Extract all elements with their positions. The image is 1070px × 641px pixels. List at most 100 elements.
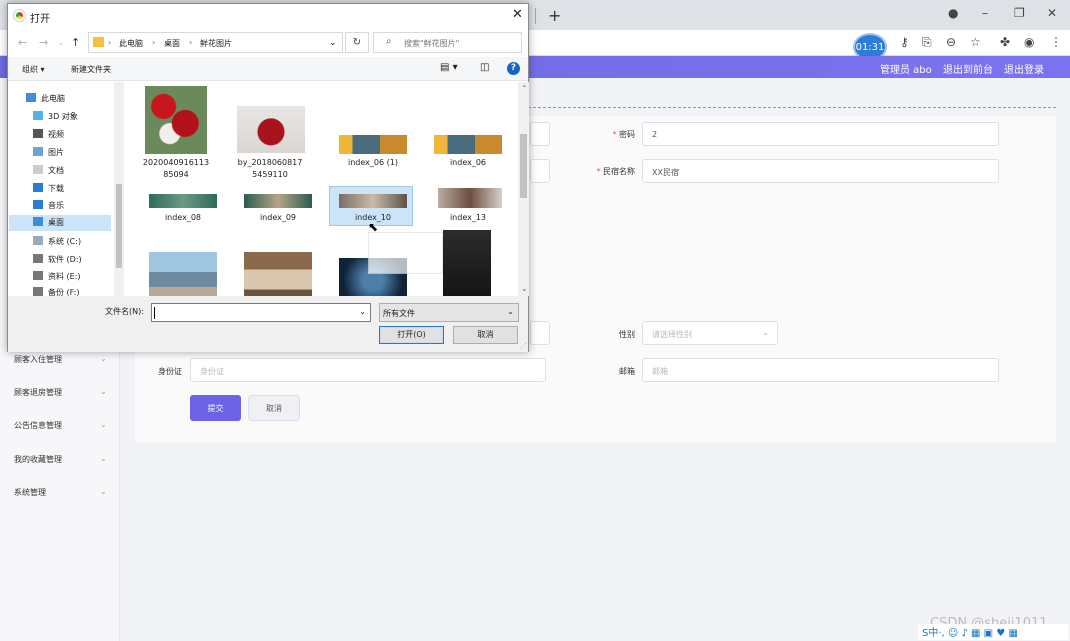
file-thumbnail-strip[interactable] [149,194,217,208]
file-thumbnail-roses[interactable] [145,86,207,154]
zoom-icon[interactable]: ⊖ [946,35,956,49]
file-thumbnail-banner[interactable] [339,135,407,154]
navigation-pane: ⌃ 此电脑 3D 对象 视频 图片 文档 下载 音乐 桌面 系统 (C:) 软件… [8,82,124,296]
file-name[interactable]: index_06 [430,157,506,169]
new-folder-button[interactable]: 新建文件夹 [71,64,111,75]
address-bar[interactable]: › 此电脑 › 桌面 › 鲜花图片 ⌄ [88,32,343,53]
nav-item-music[interactable]: 音乐 [33,198,64,214]
view-options-icon[interactable]: ▤ ▾ [440,62,458,73]
left-field-edge[interactable] [530,321,550,345]
nav-item-drive-f[interactable]: 备份 (F:) [33,285,79,296]
file-name[interactable]: index_13 [430,212,506,224]
file-name[interactable]: by_2018060817 5459110 [232,157,308,181]
breadcrumb-this-pc[interactable]: 此电脑 [119,38,143,49]
extensions-icon[interactable]: ✤ [1000,35,1010,49]
close-window-icon[interactable]: ✕ [1047,6,1057,20]
nav-item-desktop[interactable]: 桌面 [33,215,64,231]
chevron-down-icon: ⌄ [100,487,107,496]
breadcrumb-desktop[interactable]: 桌面 [164,38,180,49]
new-tab-icon[interactable]: + [548,6,561,25]
refresh-icon[interactable]: ↻ [345,32,369,53]
recent-dropdown-icon[interactable]: ⌄ [58,39,64,47]
search-input[interactable]: ⌕ 搜索"鲜花图片" [373,32,522,53]
file-thumbnail-resort[interactable] [149,252,217,296]
homestay-name-field[interactable]: XX民宿 [642,159,999,183]
file-name[interactable]: 2020040916113 85094 [138,157,214,181]
left-field-edge[interactable] [530,159,550,183]
file-thumbnail-room[interactable] [244,252,312,296]
file-thumbnail-bouquet[interactable] [237,106,305,153]
email-label: 邮箱 [619,367,635,376]
dialog-nav-row: ← → ⌄ ↑ › 此电脑 › 桌面 › 鲜花图片 ⌄ ↻ ⌕ 搜索"鲜花图片" [8,29,528,57]
up-arrow-icon[interactable]: ↑ [71,36,80,49]
homestay-label: * 民宿名称 [596,167,635,176]
bookmark-star-icon[interactable]: ☆ [970,35,981,49]
breadcrumb-folder[interactable]: 鲜花图片 [200,38,232,49]
open-button[interactable]: 打开(O) [379,326,444,344]
filename-label: 文件名(N): [105,307,144,316]
resize-grip-icon[interactable]: ⋰ [520,342,527,350]
cancel-button[interactable]: 取消 [248,395,300,421]
submit-button[interactable]: 提交 [190,395,241,421]
ime-toolbar[interactable]: S中·, ☺ ♪ ▦ ▣ ♥ ▦ [918,624,1068,640]
preview-pane-icon[interactable]: ◫ [480,62,489,73]
help-icon[interactable]: ? [507,62,520,75]
minimize-icon[interactable]: – [982,6,988,20]
sidebar-item-checkin[interactable]: 顾客入住管理 [14,354,62,365]
nav-item-downloads[interactable]: 下载 [33,181,64,197]
scroll-up-icon[interactable]: ⌃ [521,84,528,93]
nav-item-this-pc[interactable]: 此电脑 [26,91,65,107]
account-icon[interactable]: ◉ [1024,35,1034,49]
nav-item-drive-c[interactable]: 系统 (C:) [33,234,81,250]
sidebar-item-system[interactable]: 系统管理 [14,487,46,498]
file-thumbnail-banner[interactable] [434,135,502,154]
password-field[interactable]: 2 [642,122,999,146]
dialog-cancel-button[interactable]: 取消 [453,326,518,344]
file-name[interactable]: index_08 [145,212,221,224]
file-scroll-thumb[interactable] [520,134,527,198]
chevron-down-icon[interactable]: ⌄ [359,307,366,316]
file-thumbnail-strip[interactable] [244,194,312,208]
file-name[interactable]: index_06 (1) [335,157,411,169]
filetype-select[interactable]: 所有文件 ⌄ [379,303,519,322]
desktop-icon [33,217,43,226]
restore-icon[interactable]: ❐ [1014,6,1025,20]
sidebar-item-notice[interactable]: 公告信息管理 [14,420,62,431]
nav-item-3d[interactable]: 3D 对象 [33,109,78,125]
file-thumbnail-strip[interactable] [339,194,407,208]
video-icon [33,129,43,138]
sidebar-item-favorites[interactable]: 我的收藏管理 [14,454,62,465]
folder-icon [93,37,104,47]
filename-input[interactable]: ⌄ [151,303,371,322]
file-list: 2020040916113 85094 by_2018060817 545911… [125,82,520,296]
forward-arrow-icon[interactable]: → [39,36,48,49]
nav-scroll-thumb[interactable] [116,184,122,268]
file-thumbnail-poster[interactable] [443,230,491,296]
idcard-field[interactable]: 身份证 [190,358,546,382]
address-dropdown-icon[interactable]: ⌄ [329,38,337,48]
left-field-edge[interactable] [530,122,550,146]
organize-button[interactable]: 组织 ▾ [22,64,45,75]
sidebar-item-checkout[interactable]: 顾客退房管理 [14,387,62,398]
nav-item-documents[interactable]: 文档 [33,163,64,179]
file-name[interactable]: index_09 [240,212,316,224]
nav-item-videos[interactable]: 视频 [33,127,64,143]
nav-item-drive-d[interactable]: 软件 (D:) [33,252,82,268]
cube-icon [33,111,43,120]
close-icon[interactable]: ✕ [512,7,523,22]
nav-item-drive-e[interactable]: 资料 (E:) [33,269,81,285]
key-icon[interactable]: ⚷ [900,35,909,49]
file-thumbnail-strip[interactable] [438,188,502,208]
dialog-titlebar: 打开 ✕ [8,4,528,28]
profile-menu-icon[interactable]: ● [948,6,958,20]
nav-item-pictures[interactable]: 图片 [33,145,64,161]
back-arrow-icon[interactable]: ← [18,36,27,49]
gender-select[interactable]: 请选择性别 ⌄ [642,321,778,345]
email-field[interactable]: 邮箱 [642,358,999,382]
logout-link[interactable]: 退出登录 [1004,61,1044,76]
translate-icon[interactable]: ⎘ [922,35,932,50]
chevron-right-icon: › [108,38,112,47]
back-to-front-link[interactable]: 退出到前台 [943,61,993,76]
more-menu-icon[interactable]: ⋮ [1050,35,1062,49]
scroll-down-icon[interactable]: ⌄ [521,284,528,293]
